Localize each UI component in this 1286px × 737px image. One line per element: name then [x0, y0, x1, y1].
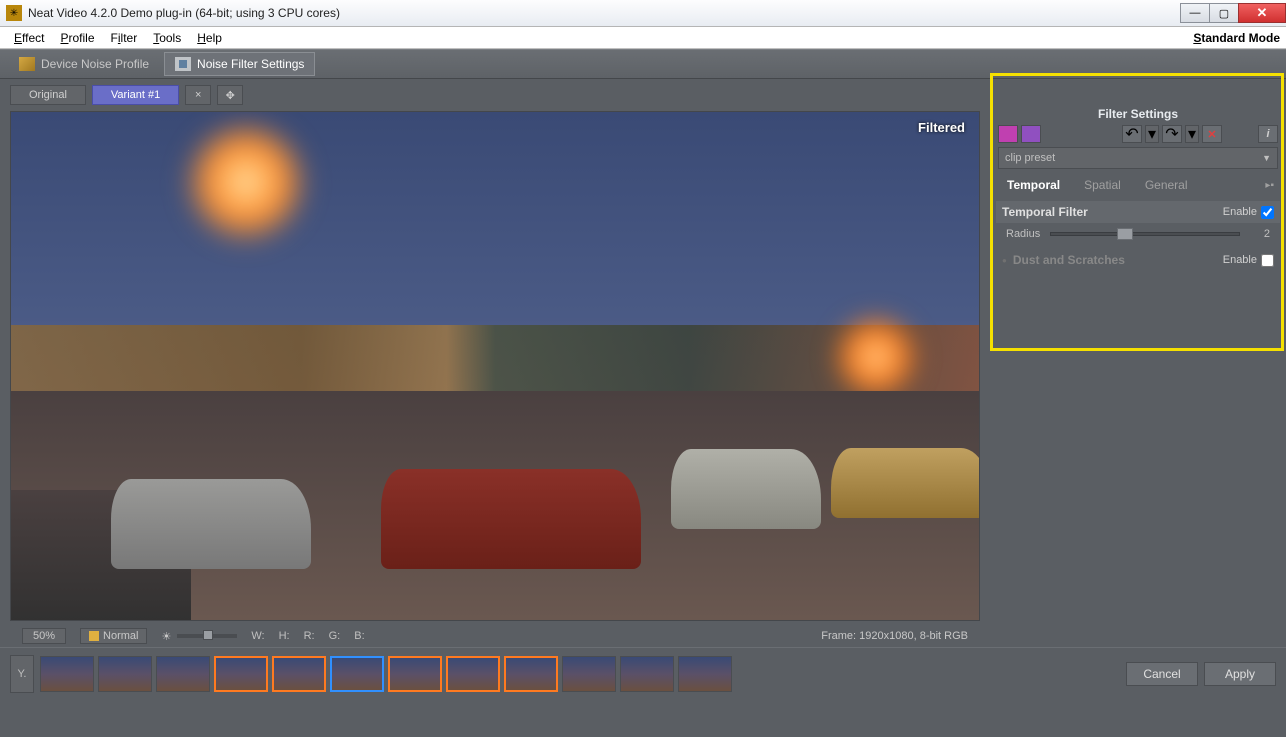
- filmstrip-thumb[interactable]: [562, 656, 616, 692]
- window-titlebar: ✳ Neat Video 4.2.0 Demo plug-in (64-bit;…: [0, 0, 1286, 27]
- profile-icon: [19, 57, 35, 71]
- app-icon: ✳: [6, 5, 22, 21]
- chevron-down-icon: ▼: [1262, 153, 1271, 163]
- window-title: Neat Video 4.2.0 Demo plug-in (64-bit; u…: [28, 6, 1181, 20]
- enable-label: Enable: [1223, 254, 1257, 266]
- zoom-dropdown[interactable]: 50%: [22, 628, 66, 644]
- apply-button[interactable]: Apply: [1204, 662, 1276, 686]
- filmstrip-thumb[interactable]: [504, 656, 558, 692]
- frame-info: Frame: 1920x1080, 8-bit RGB: [821, 630, 968, 642]
- dust-scratches-header[interactable]: Dust and Scratches Enable: [996, 249, 1280, 271]
- radius-slider[interactable]: [1050, 232, 1240, 236]
- view-mode-swatch: [89, 631, 99, 641]
- add-variant-button[interactable]: ✥: [217, 85, 243, 105]
- menu-effect[interactable]: Effect: [6, 29, 52, 47]
- radius-value: 2: [1250, 228, 1270, 240]
- height-readout: H:: [279, 630, 290, 642]
- width-readout: W:: [251, 630, 264, 642]
- tab-label: Device Noise Profile: [41, 57, 149, 71]
- original-button[interactable]: Original: [10, 85, 86, 105]
- preset-label: clip preset: [1005, 152, 1055, 164]
- section-title: Temporal Filter: [1002, 205, 1088, 219]
- y-channel-button[interactable]: Y.: [10, 655, 34, 693]
- filmstrip-thumb[interactable]: [330, 656, 384, 692]
- brightness-slider[interactable]: ☀: [161, 630, 237, 643]
- filmstrip-thumb[interactable]: [98, 656, 152, 692]
- maximize-button[interactable]: ▢: [1209, 3, 1239, 23]
- status-bar: 50% Normal ☀ W: H: R: G: B: Frame: 1920x…: [10, 625, 980, 647]
- filter-tabs: Temporal Spatial General ▸▪: [990, 173, 1286, 197]
- expand-tabs-icon[interactable]: ▸▪: [1265, 180, 1280, 191]
- dust-enable-checkbox[interactable]: [1261, 254, 1274, 267]
- tab-device-noise-profile[interactable]: Device Noise Profile: [8, 52, 160, 76]
- view-mode-label: Normal: [103, 630, 138, 642]
- section-title: Dust and Scratches: [1013, 253, 1125, 267]
- menu-help[interactable]: Help: [189, 29, 230, 47]
- minimize-button[interactable]: —: [1180, 3, 1210, 23]
- menu-filter[interactable]: Filter: [103, 29, 146, 47]
- filmstrip-thumb[interactable]: [272, 656, 326, 692]
- footer: Y. Cancel Apply: [0, 647, 1286, 699]
- preview-area: Filtered 50% Normal ☀ W: H: R: G: B: Fra…: [0, 107, 990, 647]
- dust-scratches-section: Dust and Scratches Enable: [996, 249, 1280, 271]
- r-readout: R:: [304, 630, 315, 642]
- filter-icon: [175, 57, 191, 71]
- close-button[interactable]: ✕: [1238, 3, 1286, 23]
- tab-noise-filter-settings[interactable]: Noise Filter Settings: [164, 52, 315, 76]
- enable-label: Enable: [1223, 206, 1257, 218]
- temporal-enable-checkbox[interactable]: [1261, 206, 1274, 219]
- filmstrip-thumb[interactable]: [388, 656, 442, 692]
- redo-icon[interactable]: ↷: [1162, 125, 1182, 143]
- variant-toolbar: Original Variant #1 × ✥: [0, 83, 1286, 107]
- filmstrip-thumb[interactable]: [620, 656, 674, 692]
- save-preset-icon[interactable]: [1021, 125, 1041, 143]
- undo-icon[interactable]: ↶: [1122, 125, 1142, 143]
- temporal-filter-header: Temporal Filter Enable: [996, 201, 1280, 223]
- undo-dropdown[interactable]: ▾: [1145, 125, 1159, 143]
- b-readout: B:: [354, 630, 364, 642]
- variant-close-button[interactable]: ×: [185, 85, 211, 105]
- menu-profile[interactable]: Profile: [52, 29, 102, 47]
- panel-toolbar: ↶ ▾ ↷ ▾ ✕ i: [990, 123, 1286, 145]
- radius-row: Radius 2: [996, 223, 1280, 245]
- radius-label: Radius: [1006, 228, 1040, 240]
- filmstrip-thumb[interactable]: [446, 656, 500, 692]
- tab-spatial[interactable]: Spatial: [1073, 174, 1132, 196]
- preview-image[interactable]: Filtered: [10, 111, 980, 621]
- menubar: Effect Profile Filter Tools Help Standar…: [0, 27, 1286, 49]
- info-icon[interactable]: i: [1258, 125, 1278, 143]
- preview-mode-label: Filtered: [918, 120, 965, 135]
- temporal-filter-section: Temporal Filter Enable Radius 2: [996, 201, 1280, 245]
- filter-settings-panel: Filter Settings ↶ ▾ ↷ ▾ ✕ i clip preset …: [990, 107, 1286, 647]
- tab-temporal[interactable]: Temporal: [996, 174, 1071, 196]
- sun-icon: ☀: [161, 630, 171, 643]
- window-controls: — ▢ ✕: [1181, 3, 1286, 23]
- filmstrip-thumb[interactable]: [214, 656, 268, 692]
- g-readout: G:: [329, 630, 341, 642]
- main-tabstrip: Device Noise Profile Noise Filter Settin…: [0, 49, 1286, 79]
- redo-dropdown[interactable]: ▾: [1185, 125, 1199, 143]
- cancel-button[interactable]: Cancel: [1126, 662, 1198, 686]
- filmstrip-thumb[interactable]: [40, 656, 94, 692]
- filmstrip: [40, 656, 732, 692]
- open-preset-icon[interactable]: [998, 125, 1018, 143]
- tab-general[interactable]: General: [1134, 174, 1199, 196]
- reset-icon[interactable]: ✕: [1202, 125, 1222, 143]
- filmstrip-thumb[interactable]: [678, 656, 732, 692]
- menu-tools[interactable]: Tools: [145, 29, 189, 47]
- preset-dropdown[interactable]: clip preset ▼: [998, 147, 1278, 169]
- mode-label[interactable]: Standard Mode: [1193, 31, 1280, 45]
- filmstrip-thumb[interactable]: [156, 656, 210, 692]
- variant-button[interactable]: Variant #1: [92, 85, 179, 105]
- view-mode-dropdown[interactable]: Normal: [80, 628, 147, 644]
- panel-title: Filter Settings: [990, 107, 1286, 123]
- tab-label: Noise Filter Settings: [197, 57, 304, 71]
